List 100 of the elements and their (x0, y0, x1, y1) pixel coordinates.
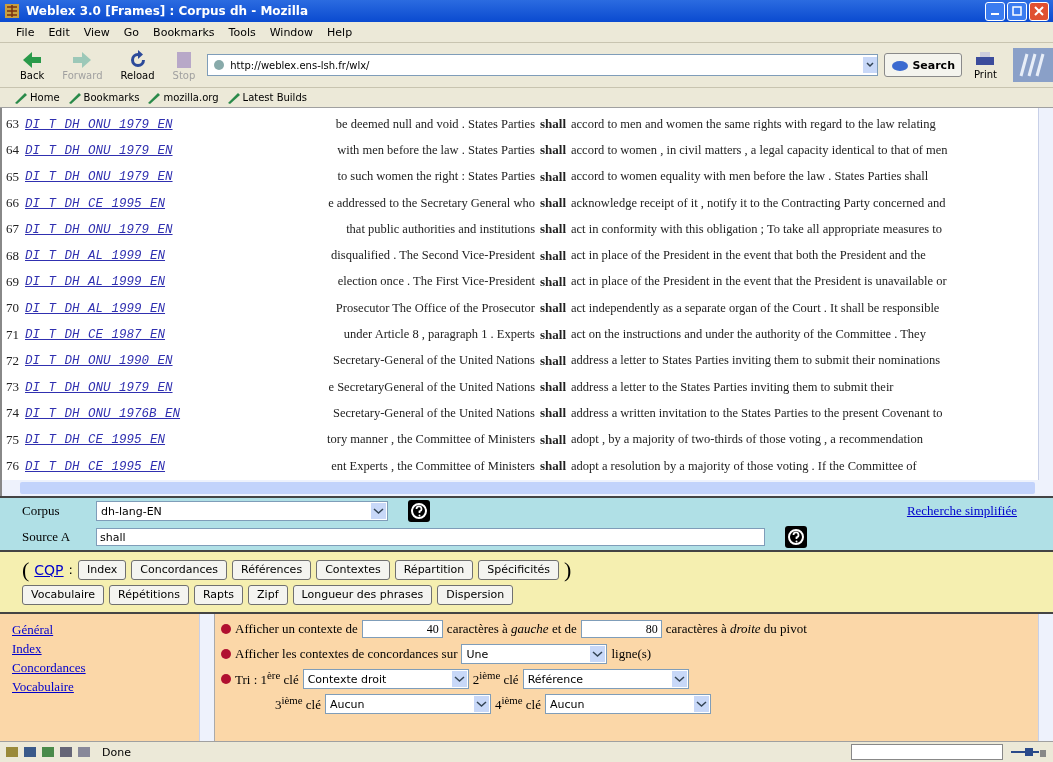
address-field[interactable]: http://weblex.ens-lsh.fr/wlx/ (207, 54, 879, 76)
bookmark-link[interactable]: mozilla.org (147, 91, 219, 104)
reference-link[interactable]: DI T DH ONU 1979 EN (25, 380, 173, 395)
sidebar-link[interactable]: Vocabulaire (12, 679, 199, 695)
sort-key-select[interactable]: Aucun (544, 694, 711, 714)
command-button[interactable]: Spécificités (478, 559, 559, 580)
sidebar-link[interactable]: Index (12, 641, 199, 657)
line-number: 70 (5, 300, 20, 317)
caret-icon (473, 696, 489, 712)
menu-item[interactable]: File (16, 25, 35, 39)
vertical-scrollbar[interactable] (199, 614, 214, 741)
option-label: caractères à droite du pivot (665, 621, 807, 637)
keyword: shall (539, 142, 567, 159)
caret-icon (590, 646, 606, 662)
close-button[interactable] (1029, 1, 1049, 21)
source-field[interactable]: shall (96, 528, 765, 546)
command-button[interactable]: Longueur des phrases (292, 584, 433, 605)
vertical-scrollbar[interactable] (1038, 108, 1053, 480)
print-button[interactable]: Print (968, 50, 1003, 80)
bookmark-link[interactable]: Bookmarks (67, 91, 140, 104)
bookmark-link[interactable]: Home (14, 91, 60, 104)
reference-link[interactable]: DI T DH CE 1987 EN (25, 328, 166, 342)
reference-link[interactable]: DI T DH CE 1995 EN (25, 459, 166, 474)
caret-icon (671, 671, 687, 687)
sort-key-select[interactable]: Contexte droit (302, 669, 469, 689)
left-context: Secretary-General of the United Nations (333, 405, 535, 421)
number-field[interactable]: 40 (361, 620, 443, 638)
reference-link[interactable]: DI T DH ONU 1979 EN (25, 222, 173, 237)
menu-item[interactable]: Help (327, 25, 353, 39)
left-context: to such women the right : States Parties (337, 169, 535, 185)
logo-icon (1013, 48, 1053, 82)
caret-icon[interactable] (863, 57, 878, 73)
command-button[interactable]: Contextes (316, 559, 390, 580)
sidebar-link[interactable]: Concordances (12, 660, 199, 676)
command-button[interactable]: Zipf (248, 584, 288, 605)
reference-link[interactable]: DI T DH AL 1999 EN (25, 249, 166, 264)
toolbar-button[interactable]: Reload (114, 49, 161, 81)
line-number: 64 (5, 142, 20, 159)
menu-item[interactable]: Bookmarks (153, 25, 215, 39)
command-button[interactable]: Concordances (131, 559, 227, 580)
sort-key-select[interactable]: Référence (522, 669, 689, 689)
sort-key-select[interactable]: Aucun (324, 694, 491, 714)
bullet-icon (221, 674, 231, 684)
right-context: accord to women , in civil matters , a legal capacity identical to that of men (571, 142, 949, 158)
simple-search-link[interactable]: Recherche simplifiée (906, 503, 1017, 519)
menu-item[interactable]: Tools (228, 25, 256, 39)
menu-item[interactable]: Go (123, 25, 140, 39)
reference-link[interactable]: DI T DH ONU 1990 EN (25, 354, 173, 369)
keyword: shall (539, 431, 567, 448)
command-button[interactable]: Répartition (394, 559, 474, 580)
reference-link[interactable]: DI T DH CE 1995 EN (25, 433, 166, 448)
search-button[interactable]: Search (884, 53, 962, 77)
reference-link[interactable]: DI T DH ONU 1979 EN (25, 117, 173, 132)
bullet-icon (221, 649, 231, 659)
menu-item[interactable]: Window (269, 25, 314, 39)
left-context: under Article 8 , paragraph 1 . Experts (343, 327, 535, 342)
left-context: ent Experts , the Committee of Ministers (331, 458, 535, 474)
menu-item[interactable]: View (83, 25, 110, 39)
command-button[interactable]: Références (232, 559, 312, 580)
cqp-link[interactable]: CQP (34, 561, 64, 578)
option-label: 4$^{ième}$ clé (494, 694, 541, 714)
command-button[interactable]: Répétitions (109, 584, 189, 605)
command-button[interactable]: Dispersion (437, 584, 514, 605)
right-context: accord to women equality with men before the law . States Parties shall (571, 169, 930, 185)
reference-link[interactable]: DI T DH CE 1995 EN (25, 196, 166, 211)
command-button[interactable]: Vocabulaire (22, 584, 105, 605)
vertical-scrollbar[interactable] (1038, 614, 1053, 741)
maximize-button[interactable] (1007, 1, 1027, 21)
horizontal-scrollbar[interactable] (0, 480, 1053, 496)
reference-link[interactable]: DI T DH AL 1999 EN (25, 301, 166, 316)
bookmark-link[interactable]: Latest Builds (226, 91, 307, 104)
reference-link[interactable]: DI T DH ONU 1979 EN (25, 143, 173, 158)
right-context: act independently as a separate organ of the Court . It shall be responsible (571, 300, 941, 316)
right-context: acknowledge receipt of it , notify it to the Contracting Party concerned and (571, 195, 947, 211)
left-context: e SecretaryGeneral of the United Nations (328, 379, 535, 395)
menu-item[interactable]: Edit (48, 25, 70, 39)
reference-link[interactable]: DI T DH ONU 1979 EN (25, 170, 173, 185)
app-icon (4, 3, 20, 19)
command-button[interactable]: Rapts (193, 584, 244, 605)
option-label: Tri : 1$^{ère}$ clé (235, 669, 299, 689)
right-context: address a written invitation to the States Parties to the present Covenant to (571, 405, 944, 421)
sidebar-link[interactable]: Général (12, 622, 199, 638)
toolbar-button[interactable]: Back (14, 49, 51, 81)
parenthesis: ( (22, 559, 30, 580)
reference-link[interactable]: DI T DH AL 1999 EN (25, 275, 166, 290)
line-number: 66 (5, 195, 20, 212)
bullet-icon (221, 624, 231, 634)
option-label: 3$^{ième}$ clé (275, 694, 321, 714)
lines-select[interactable]: Une (461, 644, 608, 664)
line-number: 72 (5, 352, 20, 369)
reference-link[interactable]: DI T DH ONU 1976B EN (25, 406, 181, 421)
window-title: Weblex 3.0 [Frames] : Corpus dh - Mozilla (26, 4, 309, 18)
number-field[interactable]: 80 (580, 620, 662, 638)
keyword: shall (539, 221, 567, 238)
minimize-button[interactable] (985, 1, 1005, 21)
keyword: shall (539, 116, 567, 133)
help-icon[interactable] (785, 526, 807, 548)
help-icon[interactable] (408, 500, 430, 522)
command-button[interactable]: Index (77, 559, 127, 580)
corpus-select[interactable]: dh-lang-EN (96, 501, 388, 521)
